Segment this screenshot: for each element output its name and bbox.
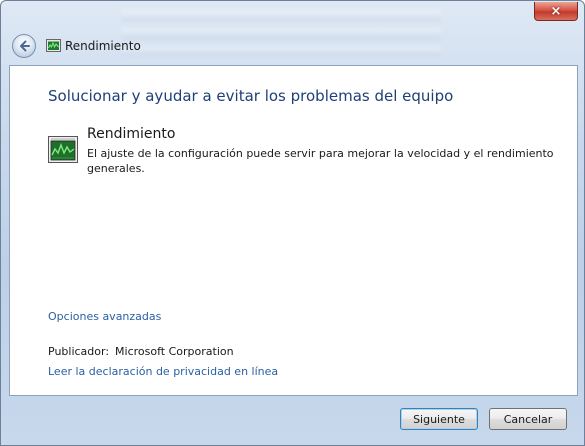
title-bar: × Rendimiento: [1, 1, 585, 63]
cancel-button[interactable]: Cancelar: [489, 408, 567, 430]
performance-monitor-icon: [48, 136, 78, 163]
advanced-options-link[interactable]: Opciones avanzadas: [48, 310, 161, 323]
close-icon: ×: [550, 3, 562, 19]
back-arrow-icon: [20, 40, 30, 52]
publisher-label: Publicador:: [48, 345, 110, 358]
performance-monitor-icon: [46, 39, 61, 52]
publisher-value: Microsoft Corporation: [115, 345, 234, 358]
task-title: Rendimiento: [87, 126, 176, 142]
back-button[interactable]: [12, 34, 36, 58]
window-title: Rendimiento: [65, 39, 141, 53]
troubleshooter-window: × Rendimiento Solucionar y ayudar a evit…: [0, 0, 585, 446]
page-heading: Solucionar y ayudar a evitar los problem…: [48, 87, 454, 105]
aero-glass-background: [121, 7, 441, 57]
content-panel: Solucionar y ayudar a evitar los problem…: [9, 65, 578, 396]
task-description: El ajuste de la configuración puede serv…: [87, 147, 554, 175]
next-button[interactable]: Siguiente: [400, 408, 478, 430]
privacy-statement-link[interactable]: Leer la declaración de privacidad en lín…: [48, 365, 278, 378]
close-button[interactable]: ×: [534, 2, 578, 21]
publisher-info: Publicador: Microsoft Corporation: [48, 345, 234, 358]
footer-bar: Siguiente Cancelar: [9, 397, 578, 439]
